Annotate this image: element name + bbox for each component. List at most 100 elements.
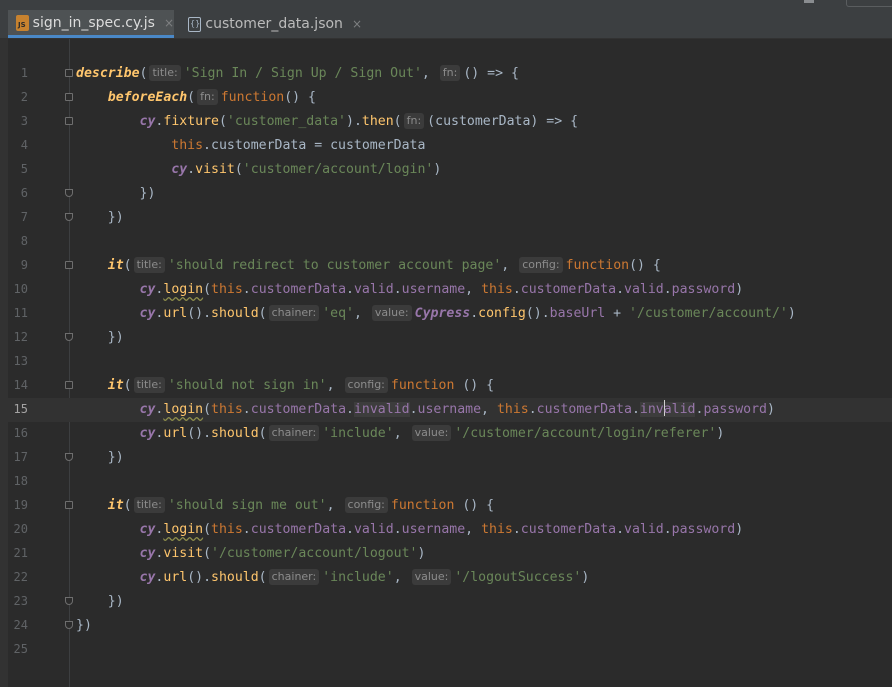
code-line[interactable]: 19 it(title:'should sign me out', config… [8,494,892,518]
code-text: cy.visit('/customer/account/logout') [139,546,426,561]
line-number: 8 [20,234,28,248]
line-number: 14 [13,378,28,392]
param-hint: title: [133,377,165,393]
line-number: 24 [13,618,28,632]
code-line[interactable]: 9 it(title:'should redirect to customer … [8,254,892,278]
fold-end-icon[interactable] [65,213,73,221]
line-number: 20 [13,522,28,536]
line-number: 13 [13,354,28,368]
side-panel-edge [0,39,8,687]
line-number: 5 [20,162,28,176]
fold-icon[interactable] [65,69,73,77]
fold-icon[interactable] [65,117,73,125]
param-hint: value: [411,425,452,441]
param-hint: fn: [403,113,425,129]
code-line[interactable]: 6 }) [8,182,892,206]
code-text: }) [76,450,124,465]
tab-sign-in-spec[interactable]: sign_in_spec.cy.js × [8,10,174,38]
code-line[interactable]: 21 cy.visit('/customer/account/logout') [8,542,892,566]
code-line[interactable]: 18 [8,470,892,494]
line-number: 17 [13,450,28,464]
line-number: 9 [20,258,28,272]
param-hint: title: [133,257,165,273]
js-file-icon [16,14,29,31]
code-text: }) [76,186,156,201]
code-line[interactable]: 16 cy.url().should(chainer:'include', va… [8,422,892,446]
code-text: }) [76,330,124,345]
caret-token: invalid [639,400,696,417]
code-line[interactable]: 7 }) [8,206,892,230]
fold-icon[interactable] [65,501,73,509]
param-hint: fn: [197,89,218,105]
code-line[interactable]: 1 describe(title: 'Sign In / Sign Up / Si… [8,62,892,86]
fold-icon[interactable] [65,381,73,389]
code-text: cy.url().should(chainer:'eq', value: Cypr… [139,305,796,321]
code-line-current[interactable]: 15 cy.login(this.customerData.invalid.us… [8,398,892,422]
code-line[interactable]: 12 }) [8,326,892,350]
line-number: 16 [13,426,28,440]
param-hint: value: [411,569,452,585]
param-hint: config: [344,377,388,393]
line-number: 23 [13,594,28,608]
code-text: it(title:'should sign me out', config: fu… [107,497,495,513]
fold-end-icon[interactable] [65,453,73,461]
code-text: cy.fixture('customer_data').then(fn: (cus… [139,113,579,129]
param-hint: fn: [439,65,461,81]
code-text: describe(title: 'Sign In / Sign Up / Sign… [76,65,519,81]
toolbar-icon[interactable] [804,0,814,3]
param-hint: chainer: [268,305,320,321]
code-line[interactable]: 24 }) [8,614,892,638]
code-text: cy.visit('customer/account/login') [171,162,442,177]
fold-end-icon[interactable] [65,597,73,605]
code-line[interactable]: 13 [8,350,892,374]
param-hint: config: [344,497,388,513]
code-text: }) [76,210,124,225]
line-number: 1 [20,66,28,80]
param-hint: title: [149,65,181,81]
line-number: 6 [20,186,28,200]
line-number: 18 [13,474,28,488]
code-line[interactable]: 22 cy.url().should(chainer:'include', va… [8,566,892,590]
fold-end-icon[interactable] [65,189,73,197]
code-text: }) [76,594,124,609]
line-number: 2 [20,90,28,104]
code-line[interactable]: 5 cy.visit('customer/account/login') [8,158,892,182]
code-line[interactable]: 8 [8,230,892,254]
param-hint: config: [519,257,563,273]
editor-tab-bar: sign_in_spec.cy.js × customer_data.json … [0,10,892,39]
fold-end-icon[interactable] [65,621,73,629]
close-tab-icon[interactable]: × [352,17,362,31]
code-editor[interactable]: 1 describe(title: 'Sign In / Sign Up / Si… [8,39,892,687]
code-line[interactable]: 11 cy.url().should(chainer:'eq', value: C… [8,302,892,326]
tab-label: customer_data.json [205,16,343,32]
code-line[interactable]: 20 cy.login(this.customerData.valid.user… [8,518,892,542]
run-config-button[interactable] [846,0,892,7]
code-line[interactable]: 3 cy.fixture('customer_data').then(fn: (c… [8,110,892,134]
code-line[interactable]: 25 [8,638,892,662]
code-line[interactable]: 4 this.customerData = customerData [8,134,892,158]
code-line[interactable]: 14 it(title:'should not sign in', config… [8,374,892,398]
line-number: 4 [20,138,28,152]
code-text: cy.url().should(chainer:'include', value… [139,569,590,585]
code-text: this.customerData = customerData [171,138,426,153]
fold-icon[interactable] [65,93,73,101]
tab-customer-data[interactable]: customer_data.json × [182,10,362,38]
json-file-icon [188,16,202,32]
line-number: 19 [13,498,28,512]
line-number: 12 [13,330,28,344]
param-hint: chainer: [268,569,320,585]
code-text: it(title:'should redirect to customer ac… [107,257,661,273]
code-line[interactable]: 23 }) [8,590,892,614]
code-text: cy.login(this.customerData.valid.usernam… [139,282,744,297]
line-number: 11 [13,306,28,320]
code-line[interactable]: 17 }) [8,446,892,470]
text-caret [663,400,665,416]
close-tab-icon[interactable]: × [164,16,174,30]
tab-label: sign_in_spec.cy.js [32,14,155,31]
code-line[interactable]: 10 cy.login(this.customerData.valid.user… [8,278,892,302]
code-line[interactable]: 2 beforeEach(fn: function() { [8,86,892,110]
fold-icon[interactable] [65,261,73,269]
line-number: 3 [20,114,28,128]
top-toolbar [0,0,892,10]
fold-end-icon[interactable] [65,333,73,341]
